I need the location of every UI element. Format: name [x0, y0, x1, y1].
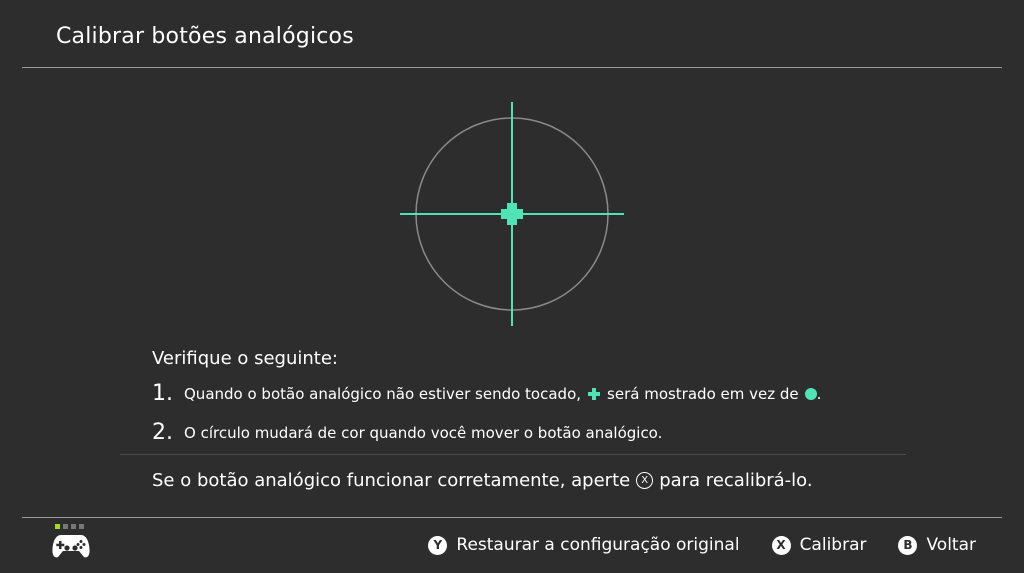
- confirm-text-part2: para recalibrá-lo.: [659, 470, 813, 491]
- checklist-heading: Verifique o seguinte:: [152, 348, 338, 369]
- header-divider: [22, 67, 1002, 68]
- b-button-icon: B: [898, 535, 918, 555]
- x-button-icon: X: [771, 535, 791, 555]
- page-title: Calibrar botões analógicos: [56, 24, 354, 49]
- plus-icon: [588, 387, 601, 400]
- step-text: O círculo mudará de cor quando você move…: [184, 423, 663, 442]
- checklist-step-2: 2. O círculo mudará de cor quando você m…: [152, 420, 662, 445]
- pro-controller-icon: [52, 535, 90, 558]
- footer-divider: [22, 517, 1002, 518]
- restore-defaults-label: Restaurar a configuração original: [456, 535, 740, 555]
- step-text-part1: Quando o botão analógico não estiver sen…: [184, 384, 582, 403]
- back-button[interactable]: B Voltar: [898, 535, 976, 555]
- confirm-instruction: Se o botão analógico funcionar corretame…: [152, 470, 813, 491]
- checklist-step-1: 1. Quando o botão analógico não estiver …: [152, 381, 821, 406]
- step-number: 2.: [152, 420, 173, 445]
- calibration-screen: Calibrar botões analógicos Verifique o s…: [0, 0, 1024, 573]
- x-button-icon: X: [636, 472, 654, 489]
- y-button-icon: Y: [428, 535, 448, 555]
- step-text-part2: será mostrado em vez de: [607, 384, 799, 403]
- player-number-indicator: [55, 524, 90, 529]
- footer-actions: Y Restaurar a configuração original X Ca…: [396, 535, 976, 555]
- calibrate-label: Calibrar: [799, 535, 867, 555]
- back-label: Voltar: [926, 535, 976, 555]
- step-number: 1.: [152, 381, 173, 406]
- stick-position-plus-icon: [501, 203, 523, 225]
- confirm-text-part1: Se o botão analógico funcionar corretame…: [152, 470, 631, 491]
- calibrate-button[interactable]: X Calibrar: [771, 535, 867, 555]
- restore-defaults-button[interactable]: Y Restaurar a configuração original: [428, 535, 740, 555]
- stick-target-graphic: [400, 102, 624, 326]
- stick-calibration-display: [398, 100, 626, 328]
- step-text-part3: .: [816, 384, 822, 403]
- content-divider: [120, 454, 906, 455]
- controller-indicator: [52, 524, 90, 563]
- circle-dot-icon: [804, 387, 817, 400]
